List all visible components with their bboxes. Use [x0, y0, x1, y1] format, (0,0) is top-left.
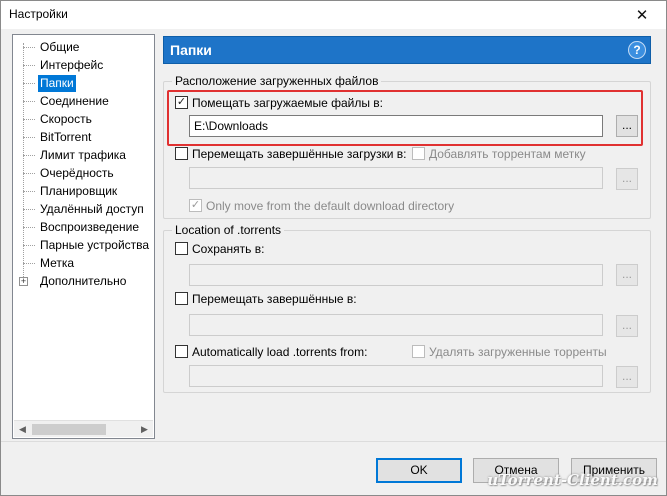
scroll-left-icon[interactable]: ◀: [14, 421, 31, 438]
highlight-box: [167, 90, 643, 146]
group-title: Расположение загруженных файлов: [172, 74, 382, 88]
store-torrents-path-input[interactable]: [189, 264, 603, 286]
tree-item-label: Общие: [40, 40, 80, 54]
tree-item-label: Интерфейс: [40, 58, 104, 72]
autoload-torrents-checkbox[interactable]: [175, 345, 188, 358]
settings-window: Настройки ✕ Общие Интерфейс Папки Соедин…: [0, 0, 667, 496]
tree-item-label: Лимит трафика: [40, 148, 126, 162]
browse-store-torrents-button[interactable]: ...: [616, 264, 638, 286]
browse-move-completed-torrents-button[interactable]: ...: [616, 315, 638, 337]
browse-autoload-torrents-button[interactable]: ...: [616, 366, 638, 388]
group-title: Location of .torrents: [172, 223, 285, 237]
move-completed-torrents-path-input[interactable]: [189, 314, 603, 336]
horizontal-scrollbar[interactable]: ◀ ▶: [14, 420, 153, 437]
tree-item-label: Планировщик: [40, 184, 118, 198]
help-icon[interactable]: ?: [628, 41, 646, 59]
tree-item-label: Очерёдность: [40, 166, 114, 180]
footer-divider: [1, 441, 666, 442]
tree-item-label: Соединение: [40, 94, 109, 108]
tree-item-label: Скорость: [40, 112, 92, 126]
checkbox-label: Automatically load .torrents from:: [192, 345, 368, 359]
store-torrents-checkbox[interactable]: [175, 242, 188, 255]
window-title: Настройки: [9, 7, 68, 21]
tree-item-label: Парные устройства: [40, 238, 150, 252]
checkbox-label: Only move from the default download dire…: [206, 199, 455, 213]
tree-item-label: Дополнительно: [40, 274, 127, 288]
only-move-default-checkbox[interactable]: ✓: [189, 199, 202, 212]
tree-connector: [23, 43, 24, 283]
title-bar: Настройки ✕: [1, 1, 666, 29]
page-title: Папки: [170, 42, 212, 58]
checkbox-label: Добавлять торрентам метку: [429, 147, 586, 161]
tree-item-label: BitTorrent: [40, 130, 92, 144]
append-label-checkbox[interactable]: [412, 147, 425, 160]
checkbox-label: Перемещать завершённые в:: [192, 292, 357, 306]
page-header: Папки ?: [163, 36, 651, 64]
scroll-right-icon[interactable]: ▶: [136, 421, 153, 438]
tree-item-label: Воспроизведение: [40, 220, 140, 234]
scrollbar-thumb[interactable]: [32, 424, 106, 435]
tree-item-label: Метка: [40, 256, 75, 270]
move-completed-torrents-checkbox[interactable]: [175, 292, 188, 305]
tree-item-label: Папки: [38, 75, 76, 92]
watermark-text: uTorrent-Client.com: [487, 471, 658, 489]
delete-loaded-torrents-checkbox[interactable]: [412, 345, 425, 358]
tree-item-label: Удалённый доступ: [40, 202, 144, 216]
checkbox-label: Перемещать завершённые загрузки в:: [192, 147, 407, 161]
close-icon[interactable]: ✕: [622, 1, 662, 29]
settings-tree[interactable]: Общие Интерфейс Папки Соединение Скорост…: [12, 34, 155, 439]
expand-icon[interactable]: +: [19, 277, 28, 286]
ok-button[interactable]: OK: [376, 458, 462, 483]
checkbox-label: Сохранять в:: [192, 242, 265, 256]
browse-move-completed-button[interactable]: ...: [616, 168, 638, 190]
move-completed-path-input[interactable]: [189, 167, 603, 189]
autoload-torrents-path-input[interactable]: [189, 365, 603, 387]
move-completed-checkbox[interactable]: [175, 147, 188, 160]
checkbox-label: Удалять загруженные торренты: [429, 345, 607, 359]
